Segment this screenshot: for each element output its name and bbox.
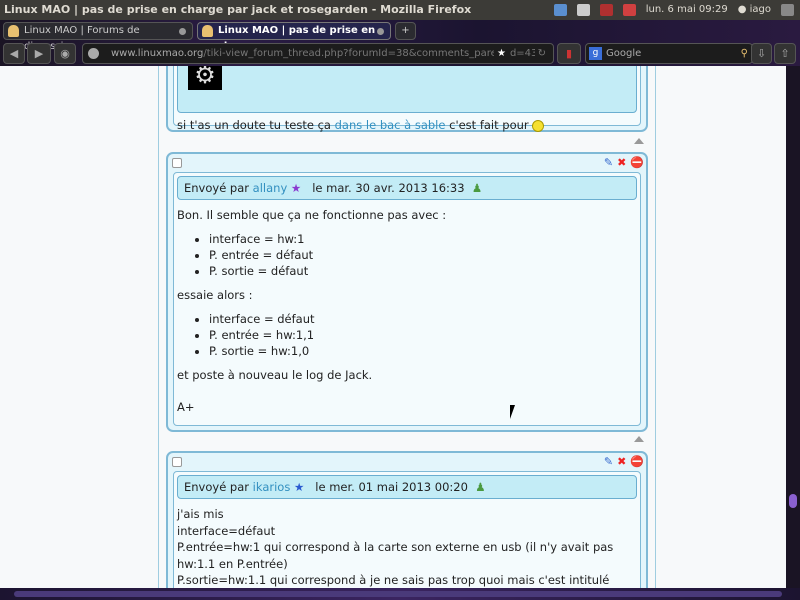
user-name: iago: [749, 4, 771, 15]
post-text: si t'as un doute tu teste ça: [177, 118, 335, 132]
wink-smiley-icon: [532, 119, 545, 132]
search-input[interactable]: g Google ⚲: [585, 43, 753, 64]
scroll-thumb[interactable]: [14, 591, 782, 597]
gear-icon: ⚙: [188, 66, 222, 90]
post-header: Envoyé par ikarios ★ le mer. 01 mai 2013…: [177, 475, 637, 499]
url-path: /tiki-view_forum_thread.php?forumId=38&c…: [203, 48, 542, 59]
bookmark-star-icon[interactable]: ★: [494, 44, 509, 63]
globe-icon: [88, 48, 99, 59]
post-body: si t'as un doute tu teste ça dans le bac…: [177, 117, 634, 133]
back-to-top-icon[interactable]: [634, 436, 644, 442]
post-header: ⚙: [177, 66, 637, 113]
post-text: et poste à nouveau le log de Jack.: [177, 368, 373, 382]
user-contact-icon[interactable]: ♟: [472, 181, 482, 195]
post-header: Envoyé par allany ★ le mar. 30 avr. 2013…: [177, 176, 637, 200]
new-tab-button[interactable]: +: [395, 22, 416, 40]
sandbox-link[interactable]: dans le bac à sable: [335, 118, 446, 132]
sent-by-label: Envoyé par: [184, 181, 250, 195]
google-icon: g: [589, 47, 602, 60]
post-date: le mer. 01 mai 2013 00:20: [315, 480, 468, 494]
horizontal-scrollbar[interactable]: [0, 588, 800, 600]
back-button[interactable]: ◀: [3, 43, 25, 64]
clock[interactable]: lun. 6 mai 09:29: [646, 0, 728, 20]
title-bar: Linux MAO | pas de prise en charge par j…: [0, 0, 800, 20]
list-item: P. entrée = défaut: [209, 247, 634, 263]
forum-post: ✎ ✖ ⛔ Envoyé par ikarios ★ le mer. 01 mai …: [166, 451, 648, 588]
forum-post: ✎ ✖ ⛔ Envoyé par allany ★ le mar. 30 avr. …: [166, 152, 648, 432]
page-content: ⚙ si t'as un doute tu teste ça dans le b…: [0, 66, 786, 588]
author-link[interactable]: ikarios: [253, 480, 291, 494]
author-link[interactable]: allany: [253, 181, 288, 195]
back-to-top-icon[interactable]: [634, 138, 644, 144]
edit-icon[interactable]: ✎: [604, 156, 613, 169]
post-text: essaie alors :: [177, 288, 253, 302]
star-icon: ★: [290, 181, 302, 195]
close-tab-icon[interactable]: [179, 28, 186, 35]
sent-by-label: Envoyé par: [184, 480, 250, 494]
updates-icon[interactable]: [622, 4, 636, 16]
select-checkbox[interactable]: [172, 158, 182, 168]
search-placeholder: Google: [606, 48, 642, 59]
post-text: A+: [177, 400, 195, 414]
post-date: le mar. 30 avr. 2013 16:33: [312, 181, 465, 195]
post-body: j'ais mis interface=défaut P.entrée=hw:1…: [177, 506, 634, 588]
post-text: P.entrée=hw:1 qui correspond à la carte …: [177, 540, 614, 571]
delete-icon[interactable]: ✖: [617, 156, 626, 169]
edit-icon[interactable]: ✎: [604, 455, 613, 468]
list-item: P. sortie = hw:1,0: [209, 343, 634, 359]
user-menu[interactable]: ● iago: [738, 0, 771, 20]
delete-icon[interactable]: ✖: [617, 455, 626, 468]
home-button[interactable]: ⇧: [774, 43, 796, 64]
vertical-scrollbar[interactable]: [786, 66, 800, 588]
sound-icon[interactable]: [599, 4, 613, 16]
mail-icon[interactable]: [576, 4, 590, 16]
post-text: P.sortie=hw:1.1 qui correspond à je ne s…: [177, 573, 610, 587]
tux-icon: [8, 25, 19, 37]
post-text: Bon. Il semble que ça ne fonctionne pas …: [177, 208, 447, 222]
url-bar[interactable]: www.linuxmao.org/tiki-view_forum_thread.…: [82, 43, 554, 64]
search-icon[interactable]: ⚲: [741, 44, 748, 63]
list-item: interface = défaut: [209, 311, 634, 327]
remove-icon[interactable]: ⛔: [630, 156, 644, 169]
dropbox-icon[interactable]: [553, 4, 567, 16]
forum-post: ⚙ si t'as un doute tu teste ça dans le b…: [166, 66, 648, 132]
power-icon[interactable]: [781, 4, 794, 16]
star-icon: ★: [293, 480, 305, 494]
window-title: Linux MAO | pas de prise en charge par j…: [4, 3, 472, 16]
list-item: P. entrée = hw:1,1: [209, 327, 634, 343]
user-contact-icon[interactable]: ♟: [475, 480, 485, 494]
close-tab-icon[interactable]: [377, 28, 384, 35]
browser-chrome: Linux MAO | Forums de discussion Linux M…: [0, 20, 800, 66]
forward-button[interactable]: ▶: [27, 43, 51, 64]
history-button[interactable]: ◉: [54, 43, 76, 64]
addon-button[interactable]: ▮: [557, 43, 581, 64]
select-checkbox[interactable]: [172, 457, 182, 467]
post-body: Bon. Il semble que ça ne fonctionne pas …: [177, 207, 634, 415]
tab-forums[interactable]: Linux MAO | Forums de discussion: [3, 22, 193, 52]
mouse-cursor: [510, 405, 515, 419]
downloads-button[interactable]: ⇩: [751, 43, 772, 64]
post-text: j'ais mis: [177, 507, 224, 521]
post-text: interface=défaut: [177, 523, 276, 538]
url-domain: www.linuxmao.org: [111, 48, 204, 59]
tux-icon: [202, 25, 213, 37]
tab-thread[interactable]: Linux MAO | pas de prise en cha...: [197, 22, 391, 52]
remove-icon[interactable]: ⛔: [630, 455, 644, 468]
post-text: c'est fait pour: [445, 118, 529, 132]
scroll-thumb[interactable]: [789, 494, 797, 508]
reload-icon[interactable]: ↻: [534, 44, 549, 63]
list-item: interface = hw:1: [209, 231, 634, 247]
list-item: P. sortie = défaut: [209, 263, 634, 279]
